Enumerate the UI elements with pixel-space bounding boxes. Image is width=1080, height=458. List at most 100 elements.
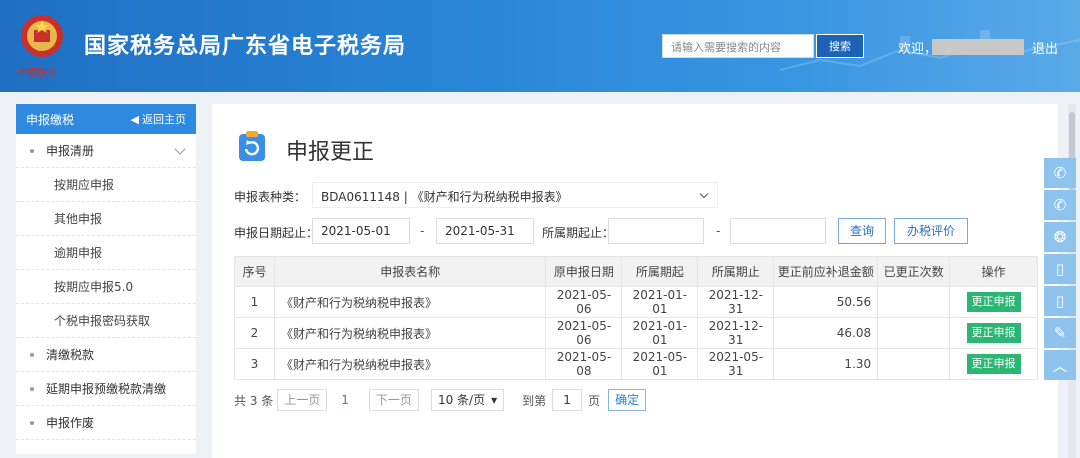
column-header: 序号 — [234, 256, 275, 287]
period-separator: - — [716, 224, 721, 238]
period-start-cell: 2021-01-01 — [621, 286, 699, 318]
sidebar-item-deferred-clearance[interactable]: 延期申报预缴税款清缴 — [16, 372, 196, 406]
current-page[interactable]: 1 — [341, 393, 349, 407]
sidebar-section-title: 申报缴税 — [26, 112, 75, 127]
back-home-link[interactable]: ◀ 返回主页 — [131, 111, 186, 127]
table-row: 1 《财产和行为税纳税申报表》 2021-05-06 2021-01-01 20… — [234, 286, 1038, 318]
sidebar: 申报缴税 ◀ 返回主页 申报清册 按期应申报 其他申报 逾期申报 按期应申报5.… — [16, 104, 196, 454]
period-start-cell: 2021-05-01 — [621, 348, 699, 380]
correction-count-cell — [877, 317, 951, 349]
date-range-label: 申报日期起止： — [234, 226, 319, 240]
national-emblem-icon — [21, 15, 63, 57]
goto-label: 到第 — [522, 393, 547, 408]
period-range-label: 所属期起止： — [542, 226, 615, 240]
declare-date-cell: 2021-05-06 — [545, 286, 623, 318]
table-row: 2 《财产和行为税纳税申报表》 2021-05-06 2021-01-01 20… — [234, 317, 1038, 349]
row-number: 1 — [234, 286, 275, 318]
sidebar-item-void-declaration[interactable]: 申报作废 — [16, 406, 196, 440]
floating-toolbar: ✆ ✆ ❂ ▯ ▯ ✎ ︿ — [1044, 158, 1076, 382]
edit-icon[interactable]: ✎ — [1044, 318, 1076, 348]
column-header: 原申报日期 — [545, 256, 623, 287]
chevron-down-icon — [174, 143, 186, 155]
bullet-icon — [30, 420, 34, 425]
action-cell: 更正申报 — [949, 317, 1038, 349]
correct-declaration-button[interactable]: 更正申报 — [966, 354, 1021, 374]
query-button[interactable]: 查询 — [838, 218, 886, 244]
amount-cell: 1.30 — [773, 348, 879, 380]
total-count: 共 3 条 — [234, 393, 274, 408]
correct-declaration-button[interactable]: 更正申报 — [966, 323, 1021, 343]
wechat-icon[interactable]: ✆ — [1044, 158, 1076, 188]
mobile-icon[interactable]: ▯ — [1044, 286, 1076, 316]
page-title: 申报更正 — [286, 140, 375, 165]
column-header: 操作 — [949, 256, 1038, 287]
bullet-icon — [30, 386, 34, 391]
site-title: 国家税务总局广东省电子税务局 — [84, 34, 407, 59]
next-page-button[interactable]: 下一页 — [368, 389, 419, 411]
amount-cell: 46.08 — [773, 317, 879, 349]
column-header: 所属期止 — [697, 256, 775, 287]
page-size-select[interactable]: 10 条/页 ▾ — [430, 389, 505, 411]
declare-date-cell: 2021-05-06 — [545, 317, 623, 349]
sidebar-item-periodic-declaration[interactable]: 按期应申报 — [16, 168, 196, 202]
row-number: 3 — [234, 348, 275, 380]
wechat-icon[interactable]: ✆ — [1044, 190, 1076, 220]
clipboard-refresh-icon — [239, 131, 265, 161]
correction-count-cell — [877, 286, 951, 318]
period-from-input[interactable] — [608, 218, 704, 244]
sidebar-item-overdue-declaration[interactable]: 逾期申报 — [16, 236, 196, 270]
sidebar-item-declaration-list[interactable]: 申报清册 — [16, 134, 196, 168]
header: 中国税务 国家税务总局广东省电子税务局 请输入需要搜索的内容 搜索 欢迎， 退出 — [0, 0, 1080, 92]
sidebar-item-periodic-declaration-5[interactable]: 按期应申报5.0 — [16, 270, 196, 304]
form-name-cell: 《财产和行为税纳税申报表》 — [273, 286, 547, 318]
chevron-down-icon — [699, 189, 709, 199]
form-name-cell: 《财产和行为税纳税申报表》 — [273, 317, 547, 349]
bullet-icon — [30, 352, 34, 357]
table-row: 3 《财产和行为税纳税申报表》 2021-05-08 2021-05-01 20… — [234, 348, 1038, 380]
column-header: 已更正次数 — [877, 256, 951, 287]
search-input[interactable]: 请输入需要搜索的内容 — [662, 34, 814, 58]
period-start-cell: 2021-01-01 — [621, 317, 699, 349]
caret-down-icon: ▾ — [491, 393, 498, 407]
sidebar-item-tax-clearance[interactable]: 清缴税款 — [16, 338, 196, 372]
back-to-top-icon[interactable]: ︿ — [1044, 350, 1076, 380]
weibo-icon[interactable]: ❂ — [1044, 222, 1076, 252]
declare-date-cell: 2021-05-08 — [545, 348, 623, 380]
action-cell: 更正申报 — [949, 286, 1038, 318]
period-end-cell: 2021-12-31 — [697, 317, 775, 349]
correction-count-cell — [877, 348, 951, 380]
logout-link[interactable]: 退出 — [1032, 38, 1058, 57]
page-unit-label: 页 — [588, 393, 601, 408]
search-button[interactable]: 搜索 — [816, 34, 864, 58]
pagination: 共 3 条 上一页 1 下一页 10 条/页 ▾ 到第 1 页 确定 — [234, 388, 647, 412]
brand-logo: 中国税务 — [16, 68, 56, 79]
declaration-table: 序号 申报表名称 原申报日期 所属期起 所属期止 更正前应补退金额 已更正次数 … — [234, 256, 1038, 380]
prev-page-button[interactable]: 上一页 — [277, 389, 328, 411]
mobile-icon[interactable]: ▯ — [1044, 254, 1076, 284]
main-panel: 申报更正 申报表种类： BDA0611148 | 《财产和行为税纳税申报表》 申… — [212, 104, 1058, 458]
form-type-label: 申报表种类： — [234, 190, 307, 204]
period-end-cell: 2021-05-31 — [697, 348, 775, 380]
row-number: 2 — [234, 317, 275, 349]
back-arrow-icon: ◀ — [130, 112, 139, 126]
goto-page-input[interactable]: 1 — [552, 389, 583, 411]
table-header-row: 序号 申报表名称 原申报日期 所属期起 所属期止 更正前应补退金额 已更正次数 … — [234, 256, 1038, 287]
sidebar-item-tax-password[interactable]: 个税申报密码获取 — [16, 304, 196, 338]
period-to-input[interactable] — [730, 218, 826, 244]
column-header: 所属期起 — [621, 256, 699, 287]
date-to-input[interactable]: 2021-05-31 — [436, 218, 534, 244]
sidebar-header: 申报缴税 ◀ 返回主页 — [16, 104, 196, 134]
bullet-icon — [30, 148, 34, 153]
form-type-select[interactable]: BDA0611148 | 《财产和行为税纳税申报表》 — [312, 182, 718, 208]
correct-declaration-button[interactable]: 更正申报 — [966, 292, 1021, 312]
sidebar-item-other-declaration[interactable]: 其他申报 — [16, 202, 196, 236]
date-from-input[interactable]: 2021-05-01 — [312, 218, 410, 244]
column-header: 申报表名称 — [273, 256, 547, 287]
column-header: 更正前应补退金额 — [773, 256, 879, 287]
evaluate-button[interactable]: 办税评价 — [894, 218, 968, 244]
action-cell: 更正申报 — [949, 348, 1038, 380]
period-end-cell: 2021-12-31 — [697, 286, 775, 318]
amount-cell: 50.56 — [773, 286, 879, 318]
form-name-cell: 《财产和行为税纳税申报表》 — [273, 348, 547, 380]
goto-confirm-button[interactable]: 确定 — [608, 389, 647, 411]
